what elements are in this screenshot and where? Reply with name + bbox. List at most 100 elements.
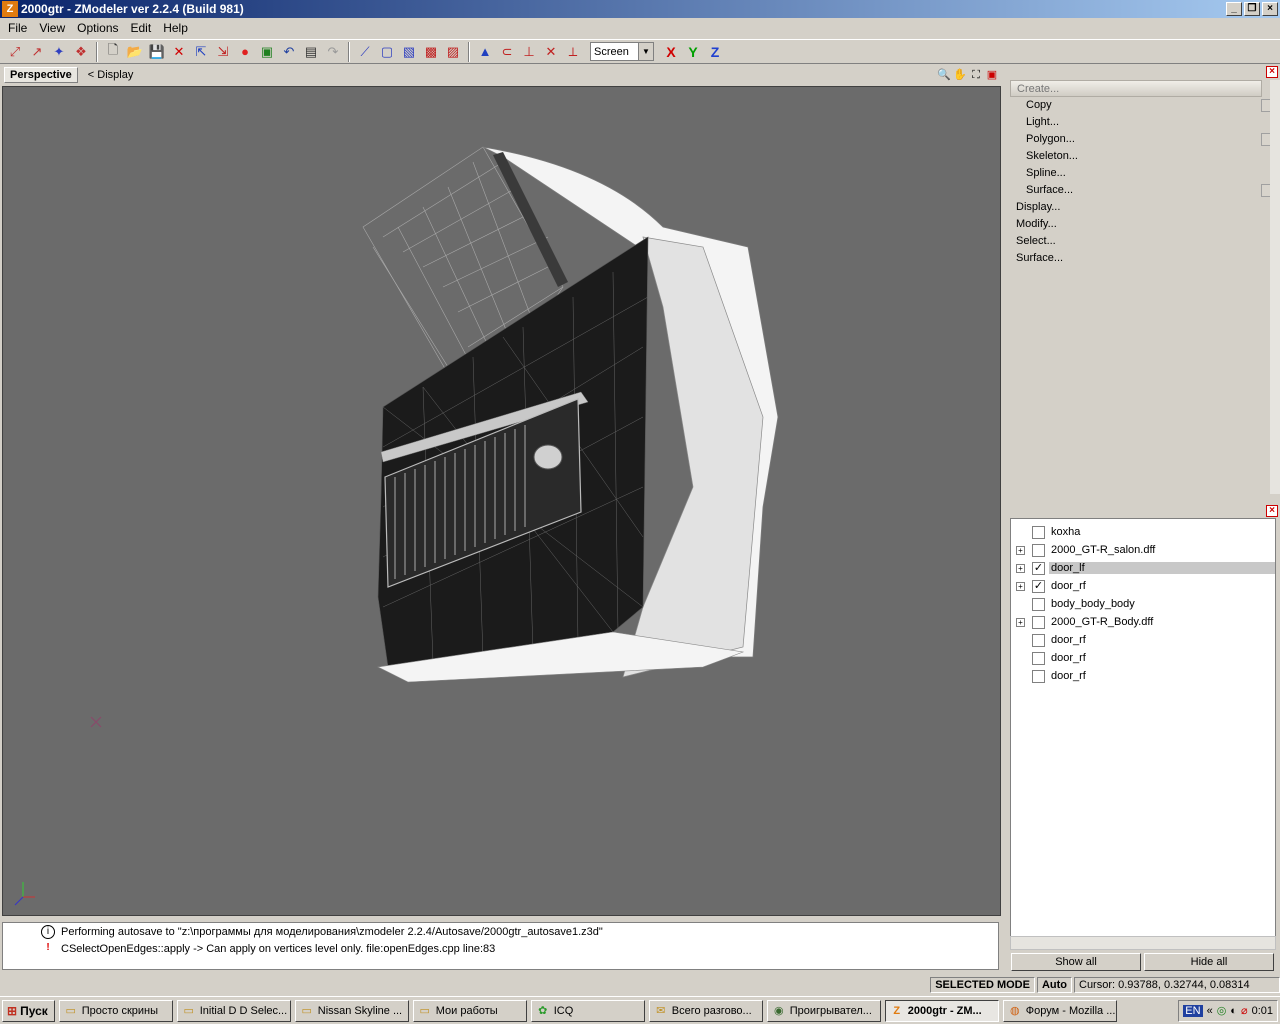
tree-checkbox[interactable]: ✓ — [1032, 579, 1045, 593]
texture-icon[interactable]: ▣ — [256, 41, 278, 63]
notes-icon[interactable]: ▤ — [300, 41, 322, 63]
scale-axis-icon[interactable]: ⟂ — [562, 41, 584, 63]
task-button[interactable]: ✿ ICQ — [530, 999, 645, 1022]
restore-button[interactable]: ❐ — [1244, 2, 1260, 16]
tray-expand-icon[interactable]: « — [1207, 1005, 1213, 1017]
tree-item[interactable]: koxha — [1011, 523, 1275, 541]
show-all-button[interactable]: Show all — [1011, 953, 1141, 971]
maximize-viewport-icon[interactable]: ▣ — [984, 67, 1000, 83]
tree-item[interactable]: door_rf — [1011, 631, 1275, 649]
expand-icon[interactable]: + — [1016, 563, 1025, 573]
volume-icon[interactable]: ◐ — [1230, 1005, 1237, 1017]
menu-view[interactable]: View — [33, 21, 71, 35]
close-button[interactable]: × — [1262, 2, 1278, 16]
antivirus-icon[interactable]: ⌀ — [1241, 1004, 1248, 1017]
rotate-axis-icon[interactable]: ✕ — [540, 41, 562, 63]
export-icon[interactable]: ⇲ — [212, 41, 234, 63]
cmd-modify[interactable]: Modify... — [1010, 216, 1262, 233]
language-indicator[interactable]: EN — [1183, 1004, 1203, 1017]
undo-icon[interactable]: ↶ — [278, 41, 300, 63]
import-icon[interactable]: ⇱ — [190, 41, 212, 63]
task-button[interactable]: ▭ Просто скрины — [58, 999, 173, 1022]
tree-item[interactable]: +2000_GT-R_salon.dff — [1011, 541, 1275, 559]
cmd-skeleton[interactable]: Skeleton... — [1010, 148, 1262, 165]
cube-icon[interactable]: ▢ — [376, 41, 398, 63]
arrow-up-icon[interactable]: ▲ — [474, 41, 496, 63]
tree-item[interactable]: + ✓ door_rf — [1011, 577, 1275, 595]
cmd-surface[interactable]: Surface... — [1010, 182, 1274, 199]
tree-checkbox[interactable] — [1032, 669, 1045, 683]
menu-help[interactable]: Help — [157, 21, 194, 35]
render-icon[interactable]: ● — [234, 41, 256, 63]
save-icon[interactable]: 💾 — [146, 41, 168, 63]
menu-options[interactable]: Options — [71, 21, 124, 35]
panel-close-icon[interactable]: × — [1266, 66, 1278, 78]
tree-checkbox[interactable] — [1032, 615, 1045, 629]
viewport-breadcrumb[interactable]: < Display — [88, 69, 134, 81]
cmd-spline[interactable]: Spline... — [1010, 165, 1262, 182]
redo-icon[interactable]: ↷ — [322, 41, 344, 63]
tree-item[interactable]: body_body_body — [1011, 595, 1275, 613]
tree-item[interactable]: + ✓ door_lf — [1011, 559, 1275, 577]
cmd-polygon[interactable]: Polygon... — [1010, 131, 1274, 148]
tree-item[interactable]: +2000_GT-R_Body.dff — [1011, 613, 1275, 631]
magnet-icon[interactable]: ⊂ — [496, 41, 518, 63]
menu-edit[interactable]: Edit — [125, 21, 158, 35]
cube-red-icon[interactable]: ▨ — [442, 41, 464, 63]
new-file-icon[interactable]: 🗋 — [102, 41, 124, 63]
tree-checkbox[interactable] — [1032, 543, 1045, 557]
open-folder-icon[interactable]: 📂 — [124, 41, 146, 63]
tree-item[interactable]: door_rf — [1011, 667, 1275, 685]
cmd-copy[interactable]: Copy — [1010, 97, 1274, 114]
tree-checkbox[interactable] — [1032, 525, 1045, 539]
cmd-surface-root[interactable]: Surface... — [1010, 250, 1262, 267]
expand-icon[interactable]: + — [1016, 617, 1025, 627]
tree-checkbox[interactable] — [1032, 651, 1045, 665]
tree-checkbox[interactable] — [1032, 633, 1045, 647]
tree-checkbox[interactable] — [1032, 597, 1045, 611]
axis-y-button[interactable]: Y — [682, 44, 704, 60]
fit-icon[interactable]: ⛶ — [968, 67, 984, 83]
move-tool-icon[interactable]: ↗ — [26, 41, 48, 63]
start-button[interactable]: ⊞ Пуск — [2, 999, 55, 1022]
view-mode-select[interactable]: Screen ▼ — [590, 42, 654, 61]
select-tool-icon[interactable]: ⤢ — [4, 41, 26, 63]
delete-icon[interactable]: ✕ — [168, 41, 190, 63]
hide-all-button[interactable]: Hide all — [1144, 953, 1274, 971]
task-button[interactable]: ✉ Всего разгово... — [648, 999, 763, 1022]
figure-tool-icon[interactable]: ✦ — [48, 41, 70, 63]
viewport-tab[interactable]: Perspective — [4, 67, 78, 83]
cube-solid-icon[interactable]: ▩ — [420, 41, 442, 63]
zoom-icon[interactable]: 🔍 — [936, 67, 952, 83]
cmd-select[interactable]: Select... — [1010, 233, 1262, 250]
task-button[interactable]: ◉ Проигрывател... — [766, 999, 881, 1022]
cmd-light[interactable]: Light... — [1010, 114, 1262, 131]
viewport-3d[interactable] — [2, 86, 1001, 916]
task-button[interactable]: ▭ Мои работы — [412, 999, 527, 1022]
chevron-down-icon[interactable]: ▼ — [638, 43, 653, 60]
axis-z-button[interactable]: Z — [704, 44, 726, 60]
create-header[interactable]: Create... — [1010, 80, 1262, 97]
tree-checkbox[interactable]: ✓ — [1032, 561, 1045, 575]
task-button[interactable]: ◍ Форум - Mozilla ... — [1002, 999, 1117, 1022]
minimize-button[interactable]: _ — [1226, 2, 1242, 16]
clock[interactable]: 0:01 — [1252, 1005, 1273, 1017]
expand-icon[interactable]: + — [1016, 545, 1025, 555]
pan-icon[interactable]: ✋ — [952, 67, 968, 83]
tree-close-icon[interactable]: × — [1266, 505, 1278, 517]
axis-x-button[interactable]: X — [660, 44, 682, 60]
task-button[interactable]: Z 2000gtr - ZM... — [884, 999, 999, 1022]
network-icon[interactable]: ◎ — [1217, 1004, 1227, 1017]
expand-icon[interactable]: + — [1016, 581, 1025, 591]
group-tool-icon[interactable]: ❖ — [70, 41, 92, 63]
vertex-mode-icon[interactable]: ⟋ — [354, 41, 376, 63]
cmd-display[interactable]: Display... — [1010, 199, 1262, 216]
axis-tool-icon[interactable]: ⊥ — [518, 41, 540, 63]
tree-hscrollbar[interactable] — [1010, 936, 1276, 950]
task-button[interactable]: ▭ Initial D D Selec... — [176, 999, 291, 1022]
tree-item[interactable]: door_rf — [1011, 649, 1275, 667]
menu-file[interactable]: File — [2, 21, 33, 35]
cube-wire-icon[interactable]: ▧ — [398, 41, 420, 63]
task-button[interactable]: ▭ Nissan Skyline ... — [294, 999, 409, 1022]
command-panel-scrollbar[interactable] — [1270, 80, 1280, 494]
